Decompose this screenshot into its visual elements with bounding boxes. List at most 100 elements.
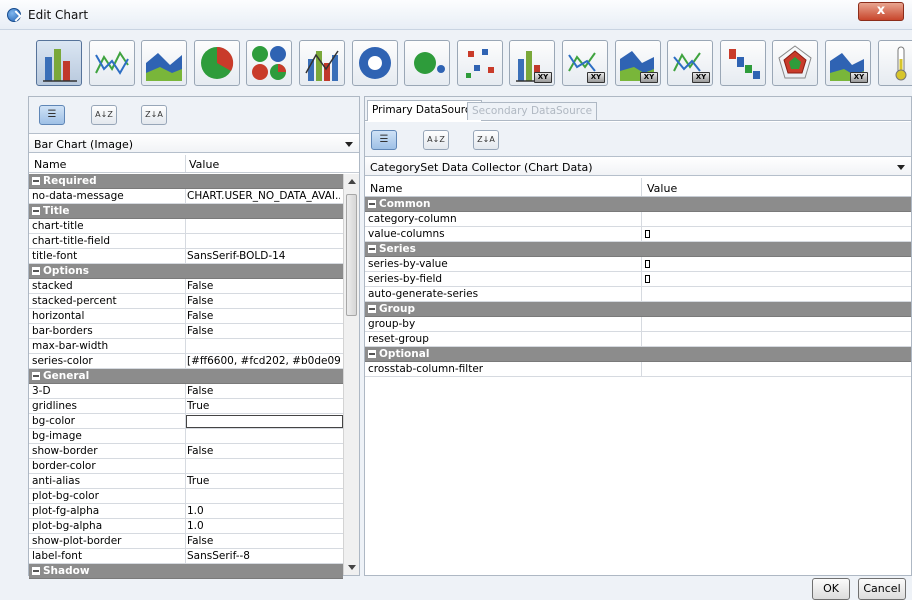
property-row-series-color[interactable]: series-color [#ff6600, #fcd202, #b0de09, …: [29, 354, 343, 369]
categorized-view-button[interactable]: ☰: [371, 130, 397, 150]
scrollbar-thumb[interactable]: [346, 194, 357, 316]
group-header-group[interactable]: Group: [365, 302, 911, 317]
bar-line-chart-button[interactable]: [299, 40, 345, 86]
property-row-bg-image[interactable]: bg-image: [29, 429, 343, 444]
property-row-chart-title[interactable]: chart-title: [29, 219, 343, 234]
extended-xy-line-chart-button[interactable]: XY: [667, 40, 713, 86]
property-row-max-bar-width[interactable]: max-bar-width: [29, 339, 343, 354]
property-value[interactable]: SansSerif-BOLD-14: [187, 249, 340, 263]
group-header-title[interactable]: Title: [29, 204, 343, 219]
close-button[interactable]: x: [858, 2, 904, 21]
xy-line-chart-button[interactable]: XY: [562, 40, 608, 86]
collapse-icon[interactable]: [32, 177, 40, 185]
property-row-crosstab-column-filter[interactable]: crosstab-column-filter: [365, 362, 911, 377]
pie-chart-button[interactable]: [194, 40, 240, 86]
group-header-optional[interactable]: Optional: [365, 347, 911, 362]
property-row-show-border[interactable]: show-border False: [29, 444, 343, 459]
collapse-icon[interactable]: [368, 245, 376, 253]
property-value[interactable]: False: [187, 384, 340, 398]
collapse-icon[interactable]: [32, 567, 40, 575]
collapse-icon[interactable]: [32, 207, 40, 215]
property-value[interactable]: [#ff6600, #fcd202, #b0de09, ...: [187, 354, 340, 368]
line-chart-button[interactable]: [89, 40, 135, 86]
scatter-chart-button[interactable]: [457, 40, 503, 86]
group-header-common[interactable]: Common: [365, 197, 911, 212]
xy-area-line-chart-button[interactable]: XY: [825, 40, 871, 86]
property-row-category-column[interactable]: category-column: [365, 212, 911, 227]
property-row-gridlines[interactable]: gridlines True: [29, 399, 343, 414]
property-value[interactable]: SansSerif--8: [187, 549, 340, 563]
bubble-chart-button[interactable]: [404, 40, 450, 86]
property-row-title-font[interactable]: title-font SansSerif-BOLD-14: [29, 249, 343, 264]
property-row-series-by-field[interactable]: series-by-field: [365, 272, 911, 287]
group-header-series[interactable]: Series: [365, 242, 911, 257]
categorized-view-button[interactable]: ☰: [39, 105, 65, 125]
checkbox-icon[interactable]: [645, 260, 650, 268]
group-header-shadow[interactable]: Shadow: [29, 564, 343, 579]
collapse-icon[interactable]: [368, 200, 376, 208]
property-value[interactable]: False: [187, 279, 340, 293]
collapse-icon[interactable]: [32, 267, 40, 275]
area-chart-button[interactable]: [141, 40, 187, 86]
multi-pie-chart-button[interactable]: [246, 40, 292, 86]
group-header-general[interactable]: General: [29, 369, 343, 384]
sort-descending-button[interactable]: Z↓A: [141, 105, 167, 125]
property-row-no-data-message[interactable]: no-data-message CHART.USER_NO_DATA_AVAI..…: [29, 189, 343, 204]
cancel-button[interactable]: Cancel: [858, 578, 906, 600]
property-value[interactable]: False: [187, 294, 340, 308]
property-row-group-by[interactable]: group-by: [365, 317, 911, 332]
xy-area-chart-button[interactable]: XY: [615, 40, 661, 86]
property-row-horizontal[interactable]: horizontal False: [29, 309, 343, 324]
tab-secondary-datasource[interactable]: Secondary DataSource: [467, 102, 598, 120]
thermometer-chart-button[interactable]: [878, 40, 912, 86]
property-value[interactable]: False: [187, 534, 340, 548]
ring-chart-button[interactable]: [352, 40, 398, 86]
property-row-show-plot-border[interactable]: show-plot-border False: [29, 534, 343, 549]
property-value[interactable]: False: [187, 309, 340, 323]
data-collector-dropdown[interactable]: CategorySet Data Collector (Chart Data): [365, 156, 911, 176]
property-row-label-font[interactable]: label-font SansSerif--8: [29, 549, 343, 564]
left-vertical-scrollbar[interactable]: [343, 174, 359, 575]
sort-ascending-button[interactable]: A↓Z: [91, 105, 117, 125]
property-row-plot-fg-alpha[interactable]: plot-fg-alpha 1.0: [29, 504, 343, 519]
collapse-icon[interactable]: [368, 350, 376, 358]
ok-button[interactable]: OK: [812, 578, 850, 600]
property-row-value-columns[interactable]: value-columns: [365, 227, 911, 242]
radar-chart-button[interactable]: [772, 40, 818, 86]
property-row-plot-bg-alpha[interactable]: plot-bg-alpha 1.0: [29, 519, 343, 534]
property-row-3-D[interactable]: 3-D False: [29, 384, 343, 399]
property-row-border-color[interactable]: border-color: [29, 459, 343, 474]
scroll-down-icon[interactable]: [348, 565, 356, 570]
chart-type-dropdown[interactable]: Bar Chart (Image): [29, 133, 359, 153]
sort-descending-button[interactable]: Z↓A: [473, 130, 499, 150]
value-edit-field[interactable]: [186, 415, 343, 428]
property-value[interactable]: 1.0: [187, 519, 340, 533]
xy-bar-chart-button[interactable]: XY: [509, 40, 555, 86]
property-value[interactable]: False: [187, 444, 340, 458]
property-value[interactable]: True: [187, 474, 340, 488]
property-row-chart-title-field[interactable]: chart-title-field: [29, 234, 343, 249]
property-row-anti-alias[interactable]: anti-alias True: [29, 474, 343, 489]
group-header-required[interactable]: Required: [29, 174, 343, 189]
property-row-stacked-percent[interactable]: stacked-percent False: [29, 294, 343, 309]
property-row-bar-borders[interactable]: bar-borders False: [29, 324, 343, 339]
property-row-auto-generate-series[interactable]: auto-generate-series: [365, 287, 911, 302]
property-value[interactable]: True: [187, 399, 340, 413]
property-row-reset-group[interactable]: reset-group: [365, 332, 911, 347]
collapse-icon[interactable]: [368, 305, 376, 313]
property-value[interactable]: CHART.USER_NO_DATA_AVAI...: [187, 189, 340, 203]
group-header-options[interactable]: Options: [29, 264, 343, 279]
checkbox-icon[interactable]: [645, 230, 650, 238]
property-value[interactable]: 1.0: [187, 504, 340, 518]
checkbox-icon[interactable]: [645, 275, 650, 283]
scroll-up-icon[interactable]: [348, 179, 356, 184]
property-row-bg-color[interactable]: bg-color: [29, 414, 343, 429]
property-value[interactable]: False: [187, 324, 340, 338]
tab-primary-datasource[interactable]: Primary DataSource: [367, 100, 483, 121]
property-row-plot-bg-color[interactable]: plot-bg-color: [29, 489, 343, 504]
property-row-stacked[interactable]: stacked False: [29, 279, 343, 294]
waterfall-chart-button[interactable]: [720, 40, 766, 86]
collapse-icon[interactable]: [32, 372, 40, 380]
sort-ascending-button[interactable]: A↓Z: [423, 130, 449, 150]
property-row-series-by-value[interactable]: series-by-value: [365, 257, 911, 272]
